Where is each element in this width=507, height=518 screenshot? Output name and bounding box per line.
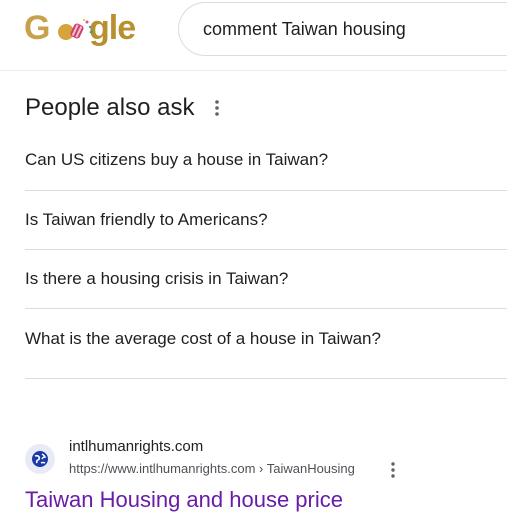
paa-question[interactable]: Is Taiwan friendly to Americans? <box>25 191 507 250</box>
result-title-link[interactable]: Taiwan Housing and house price <box>25 487 343 513</box>
paa-question-text: What is the average cost of a house in T… <box>25 329 381 348</box>
search-query-text: comment Taiwan housing <box>203 19 406 39</box>
result-url[interactable]: https://www.intlhumanrights.com › Taiwan… <box>69 461 355 476</box>
google-doodle-logo[interactable]: Google <box>24 8 136 48</box>
paa-question-text: Is there a housing crisis in Taiwan? <box>25 269 289 288</box>
search-results-page: Google comment Taiwan housing People als… <box>0 0 507 518</box>
party-popper-icon <box>58 19 93 40</box>
paa-question-text: Is Taiwan friendly to Americans? <box>25 210 268 229</box>
paa-question[interactable]: What is the average cost of a house in T… <box>25 309 507 379</box>
search-input[interactable]: comment Taiwan housing <box>178 2 507 56</box>
more-vert-icon[interactable] <box>210 98 224 118</box>
people-also-ask-heading: People also ask <box>25 94 195 121</box>
header-divider <box>0 70 507 71</box>
header: Google comment Taiwan housing <box>0 0 507 70</box>
paa-question-text: Can US citizens buy a house in Taiwan? <box>25 150 329 169</box>
globe-icon <box>32 451 48 467</box>
result-site-name[interactable]: intlhumanrights.com <box>69 438 203 455</box>
paa-question[interactable]: Is there a housing crisis in Taiwan? <box>25 250 507 309</box>
more-vert-icon[interactable] <box>386 461 400 479</box>
paa-question[interactable]: Can US citizens buy a house in Taiwan? <box>25 132 507 191</box>
site-favicon[interactable] <box>25 444 55 474</box>
